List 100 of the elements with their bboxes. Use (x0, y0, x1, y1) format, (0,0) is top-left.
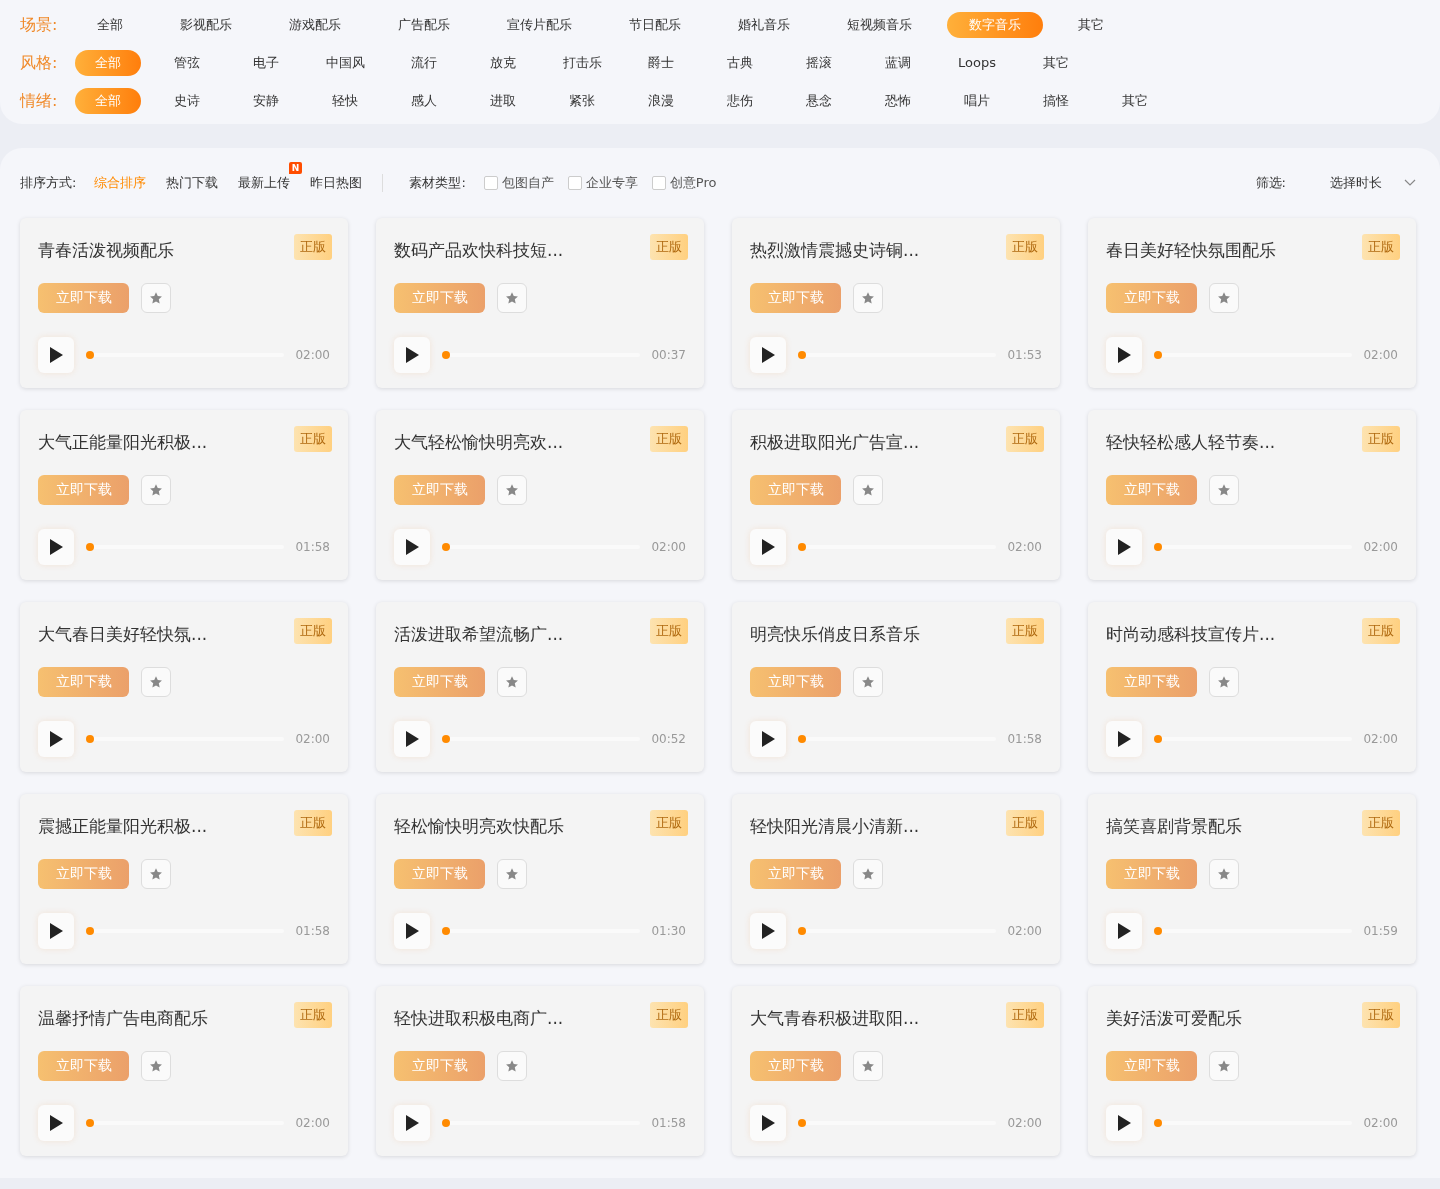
duration-select[interactable]: 选择时长 (1330, 174, 1416, 192)
favorite-button[interactable] (1209, 283, 1239, 313)
favorite-button[interactable] (497, 1051, 527, 1081)
type-checkbox[interactable]: 包图自产 (483, 174, 554, 192)
filter-option[interactable]: 蓝调 (865, 50, 931, 76)
filter-option[interactable]: 影视配乐 (158, 12, 254, 38)
favorite-button[interactable] (141, 859, 171, 889)
track-title[interactable]: 春日美好轻快氛围配乐 (1106, 239, 1276, 262)
sort-option[interactable]: 热门下载 (166, 174, 219, 192)
favorite-button[interactable] (1209, 475, 1239, 505)
favorite-button[interactable] (853, 667, 883, 697)
favorite-button[interactable] (1209, 667, 1239, 697)
filter-option[interactable]: 其它 (1102, 88, 1168, 114)
play-button[interactable] (394, 721, 430, 757)
progress-thumb[interactable] (442, 351, 450, 359)
play-button[interactable] (38, 529, 74, 565)
progress-thumb[interactable] (798, 735, 806, 743)
progress-thumb[interactable] (442, 735, 450, 743)
play-button[interactable] (38, 913, 74, 949)
track-title[interactable]: 美好活泼可爱配乐 (1106, 1007, 1242, 1030)
progress-thumb[interactable] (1154, 735, 1162, 743)
progress-thumb[interactable] (442, 1119, 450, 1127)
play-button[interactable] (1106, 1105, 1142, 1141)
favorite-button[interactable] (853, 283, 883, 313)
track-title[interactable]: 大气春日美好轻快氛... (38, 623, 208, 646)
track-title[interactable]: 明亮快乐俏皮日系音乐 (750, 623, 920, 646)
track-title[interactable]: 热烈激情震撼史诗铜... (750, 239, 920, 262)
filter-option[interactable]: 浪漫 (628, 88, 694, 114)
filter-option[interactable]: 放克 (470, 50, 536, 76)
filter-option[interactable]: 全部 (75, 12, 145, 38)
filter-option[interactable]: 其它 (1023, 50, 1089, 76)
play-button[interactable] (750, 1105, 786, 1141)
play-button[interactable] (750, 721, 786, 757)
track-title[interactable]: 轻快进取积极电商广... (394, 1007, 564, 1030)
filter-option[interactable]: 古典 (707, 50, 773, 76)
progress-thumb[interactable] (1154, 543, 1162, 551)
track-title[interactable]: 搞笑喜剧背景配乐 (1106, 815, 1242, 838)
progress-thumb[interactable] (798, 1119, 806, 1127)
filter-option[interactable]: 管弦 (154, 50, 220, 76)
progress-thumb[interactable] (86, 1119, 94, 1127)
checkbox[interactable] (651, 176, 666, 190)
filter-option[interactable]: 短视频音乐 (825, 12, 934, 38)
sort-option[interactable]: 昨日热图 (310, 174, 363, 192)
filter-option[interactable]: 摇滚 (786, 50, 852, 76)
play-button[interactable] (38, 1105, 74, 1141)
track-title[interactable]: 青春活泼视频配乐 (38, 239, 174, 262)
filter-option[interactable]: 史诗 (154, 88, 220, 114)
progress-thumb[interactable] (1154, 1119, 1162, 1127)
filter-option[interactable]: 流行 (391, 50, 457, 76)
filter-option[interactable]: 进取 (470, 88, 536, 114)
progress-thumb[interactable] (86, 735, 94, 743)
progress-thumb[interactable] (442, 543, 450, 551)
play-button[interactable] (1106, 913, 1142, 949)
progress-thumb[interactable] (86, 351, 94, 359)
play-button[interactable] (394, 529, 430, 565)
track-title[interactable]: 积极进取阳光广告宣... (750, 431, 920, 454)
filter-option[interactable]: 紧张 (549, 88, 615, 114)
track-title[interactable]: 温馨抒情广告电商配乐 (38, 1007, 208, 1030)
progress-thumb[interactable] (1154, 351, 1162, 359)
filter-option[interactable]: 宣传片配乐 (485, 12, 594, 38)
filter-option[interactable]: 其它 (1056, 12, 1126, 38)
favorite-button[interactable] (141, 475, 171, 505)
filter-option[interactable]: 安静 (233, 88, 299, 114)
track-title[interactable]: 轻快轻松感人轻节奏... (1106, 431, 1276, 454)
track-title[interactable]: 轻快阳光清晨小清新... (750, 815, 920, 838)
progress-thumb[interactable] (798, 927, 806, 935)
play-button[interactable] (38, 337, 74, 373)
filter-option[interactable]: 搞怪 (1023, 88, 1089, 114)
favorite-button[interactable] (141, 1051, 171, 1081)
filter-option[interactable]: 唱片 (944, 88, 1010, 114)
filter-option[interactable]: 游戏配乐 (267, 12, 363, 38)
filter-option[interactable]: 节日配乐 (607, 12, 703, 38)
filter-option[interactable]: Loops (944, 50, 1010, 76)
filter-option[interactable]: 感人 (391, 88, 457, 114)
progress-thumb[interactable] (1154, 927, 1162, 935)
track-title[interactable]: 大气轻松愉快明亮欢... (394, 431, 564, 454)
filter-option[interactable]: 打击乐 (549, 50, 615, 76)
play-button[interactable] (1106, 529, 1142, 565)
type-checkbox[interactable]: 企业专享 (567, 174, 638, 192)
filter-option[interactable]: 中国风 (312, 50, 378, 76)
checkbox[interactable] (483, 176, 498, 190)
type-checkbox[interactable]: 创意Pro (651, 174, 717, 192)
favorite-button[interactable] (853, 475, 883, 505)
filter-option[interactable]: 轻快 (312, 88, 378, 114)
track-title[interactable]: 大气正能量阳光积极... (38, 431, 208, 454)
track-title[interactable]: 数码产品欢快科技短... (394, 239, 564, 262)
filter-option[interactable]: 悬念 (786, 88, 852, 114)
play-button[interactable] (394, 337, 430, 373)
progress-thumb[interactable] (798, 543, 806, 551)
filter-option[interactable]: 爵士 (628, 50, 694, 76)
track-title[interactable]: 时尚动感科技宣传片... (1106, 623, 1276, 646)
favorite-button[interactable] (497, 667, 527, 697)
filter-option[interactable]: 广告配乐 (376, 12, 472, 38)
play-button[interactable] (750, 337, 786, 373)
track-title[interactable]: 活泼进取希望流畅广... (394, 623, 564, 646)
sort-option[interactable]: 最新上传 (238, 174, 291, 192)
play-button[interactable] (38, 721, 74, 757)
filter-option[interactable]: 电子 (233, 50, 299, 76)
play-button[interactable] (1106, 721, 1142, 757)
favorite-button[interactable] (141, 283, 171, 313)
